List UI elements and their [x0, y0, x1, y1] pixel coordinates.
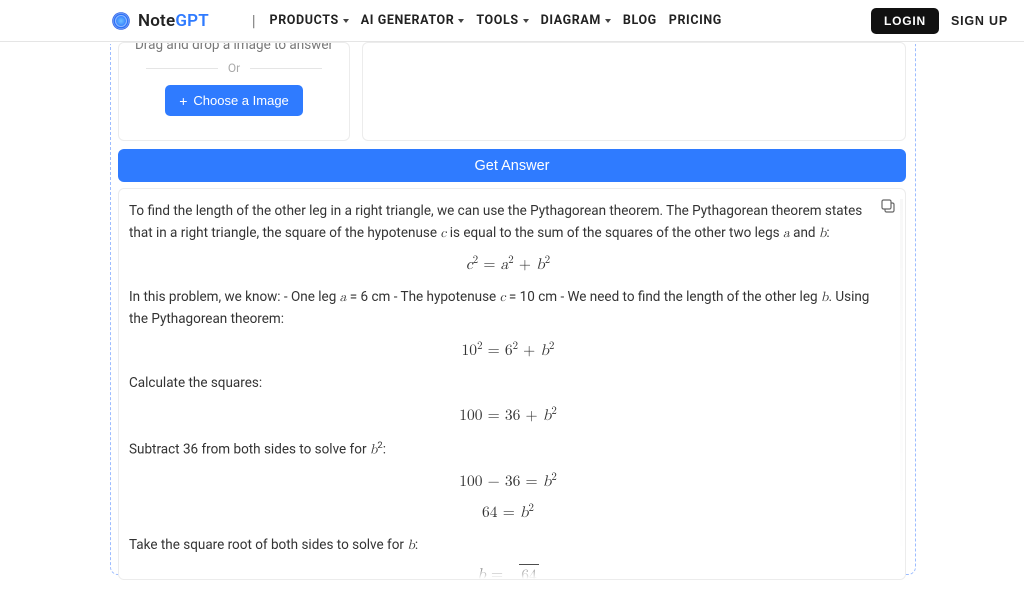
copy-icon: [879, 197, 897, 215]
nav-item-blog[interactable]: BLOG: [623, 13, 657, 28]
answer-card: To find the length of the other leg in a…: [118, 188, 906, 580]
login-button[interactable]: LOGIN: [871, 8, 939, 34]
copy-button[interactable]: [879, 197, 897, 215]
question-input-card[interactable]: [362, 42, 906, 141]
top-navbar: NoteGPT | PRODUCTS AI GENERATOR TOOLS DI…: [0, 0, 1024, 42]
choose-image-button[interactable]: + Choose a Image: [165, 85, 303, 116]
nav-item-ai-generator[interactable]: AI GENERATOR: [361, 13, 465, 28]
signup-button[interactable]: SIGN UP: [951, 14, 1008, 28]
get-answer-button[interactable]: Get Answer: [118, 149, 906, 182]
answer-para-1: To find the length of the other leg in a…: [129, 201, 887, 244]
swirl-logo-icon: [110, 10, 132, 32]
answer-body[interactable]: To find the length of the other leg in a…: [129, 189, 895, 580]
nav-item-tools[interactable]: TOOLS: [476, 13, 528, 28]
equation-4a: 100 − 36 = b2: [129, 469, 887, 496]
answer-para-5: Take the square root of both sides to so…: [129, 535, 887, 557]
brand[interactable]: NoteGPT: [110, 0, 209, 42]
answer-para-2: In this problem, we know: - One leg a = …: [129, 287, 887, 330]
chevron-down-icon: [458, 19, 464, 23]
choose-image-label: Choose a Image: [193, 93, 288, 108]
chevron-down-icon: [523, 19, 529, 23]
answer-para-3: Calculate the squares:: [129, 373, 887, 395]
nav-item-products[interactable]: PRODUCTS: [270, 13, 349, 28]
equation-2: 102 = 62 + b2: [129, 338, 887, 365]
equation-3: 100 = 36 + b2: [129, 403, 887, 430]
chevron-down-icon: [605, 19, 611, 23]
answer-para-4: Subtract 36 from both sides to solve for…: [129, 438, 887, 461]
plus-icon: +: [179, 94, 187, 108]
scrollbar[interactable]: [900, 199, 903, 569]
brand-name: NoteGPT: [138, 11, 209, 31]
image-upload-card[interactable]: Drag and drop a image to answer Or + Cho…: [118, 42, 350, 141]
nav-separator: |: [252, 11, 256, 30]
drag-drop-text: Drag and drop a image to answer: [135, 42, 333, 53]
equation-4b: 64 = b2: [129, 500, 887, 527]
equation-1: c2 = a2 + b2: [129, 252, 887, 279]
nav-item-pricing[interactable]: PRICING: [669, 13, 722, 28]
nav-item-diagram[interactable]: DIAGRAM: [541, 13, 611, 28]
chevron-down-icon: [343, 19, 349, 23]
or-divider: Or: [146, 61, 322, 75]
bottom-fade: [119, 561, 905, 579]
nav-items: PRODUCTS AI GENERATOR TOOLS DIAGRAM BLOG…: [270, 13, 722, 28]
